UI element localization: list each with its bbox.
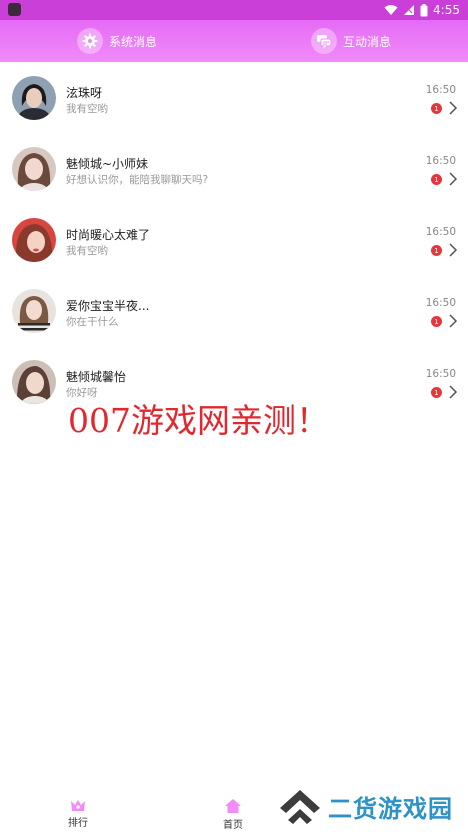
message-list: 泫珠呀 我有空哟 16:50 1 魅倾城~小师妹 好想认识你，能陪我聊聊天吗? …	[0, 62, 468, 417]
list-item[interactable]: 时尚暖心太难了 我有空哟 16:50 1	[0, 204, 468, 275]
chevron-right-icon	[449, 243, 458, 257]
message-preview: 好想认识你，能陪我聊聊天吗?	[66, 174, 209, 186]
chevron-right-icon	[449, 101, 458, 115]
logo-watermark: 二货游戏园	[278, 786, 453, 826]
nav-item-ranking[interactable]: 排行	[53, 798, 103, 829]
chevron-right-icon	[449, 385, 458, 399]
avatar[interactable]	[12, 76, 56, 120]
wifi-icon	[384, 5, 398, 15]
status-icons: 4:55	[384, 2, 460, 18]
list-item[interactable]: 魅倾城~小师妹 好想认识你，能陪我聊聊天吗? 16:50 1	[0, 133, 468, 204]
message-tabs: 系统消息 互动消息	[0, 20, 468, 62]
avatar[interactable]	[12, 360, 56, 404]
logo-chevron-icon	[280, 790, 320, 824]
ranking-icon	[71, 800, 85, 811]
message-time: 16:50	[425, 155, 456, 167]
chevron-right-icon	[449, 314, 458, 328]
message-time: 16:50	[425, 368, 456, 380]
app-notification-icon	[8, 3, 21, 16]
message-time: 16:50	[425, 297, 456, 309]
unread-badge: 1	[431, 245, 442, 256]
nav-label: 首页	[223, 820, 243, 831]
unread-badge: 1	[431, 103, 442, 114]
message-preview: 你在干什么	[66, 316, 119, 328]
tab-label: 系统消息	[108, 34, 157, 49]
avatar[interactable]	[12, 218, 56, 262]
nav-label: 排行	[68, 818, 88, 829]
unread-badge: 1	[431, 174, 442, 185]
battery-icon	[420, 3, 428, 16]
status-time: 4:55	[433, 3, 460, 17]
tab-interactive-messages[interactable]: 互动消息	[234, 20, 468, 62]
message-preview: 我有空哟	[66, 245, 108, 257]
message-preview: 我有空哟	[66, 103, 108, 115]
signal-icon	[404, 5, 415, 15]
unread-badge: 1	[431, 316, 442, 327]
avatar[interactable]	[12, 289, 56, 333]
contact-name: 爱你宝宝半夜...	[66, 299, 150, 313]
tab-system-messages[interactable]: 系统消息	[0, 20, 234, 62]
chat-bubbles-icon	[310, 28, 337, 54]
watermark-text: 007游戏网亲测！	[68, 401, 329, 440]
avatar[interactable]	[12, 147, 56, 191]
contact-name: 泫珠呀	[66, 86, 103, 100]
nav-item-home[interactable]: 首页	[208, 798, 258, 831]
list-item[interactable]: 爱你宝宝半夜... 你在干什么 16:50 1	[0, 275, 468, 346]
contact-name: 魅倾城~小师妹	[66, 157, 149, 171]
tab-label: 互动消息	[342, 34, 391, 49]
status-bar: 4:55	[0, 0, 468, 20]
message-time: 16:50	[425, 84, 456, 96]
contact-name: 时尚暖心太难了	[66, 228, 151, 242]
contact-name: 魅倾城馨怡	[66, 370, 127, 384]
chevron-right-icon	[449, 172, 458, 186]
list-item[interactable]: 泫珠呀 我有空哟 16:50 1	[0, 62, 468, 133]
message-time: 16:50	[425, 226, 456, 238]
gear-icon	[76, 28, 103, 54]
home-icon	[225, 799, 241, 813]
logo-text: 二货游戏园	[328, 794, 453, 823]
unread-badge: 1	[431, 387, 442, 398]
